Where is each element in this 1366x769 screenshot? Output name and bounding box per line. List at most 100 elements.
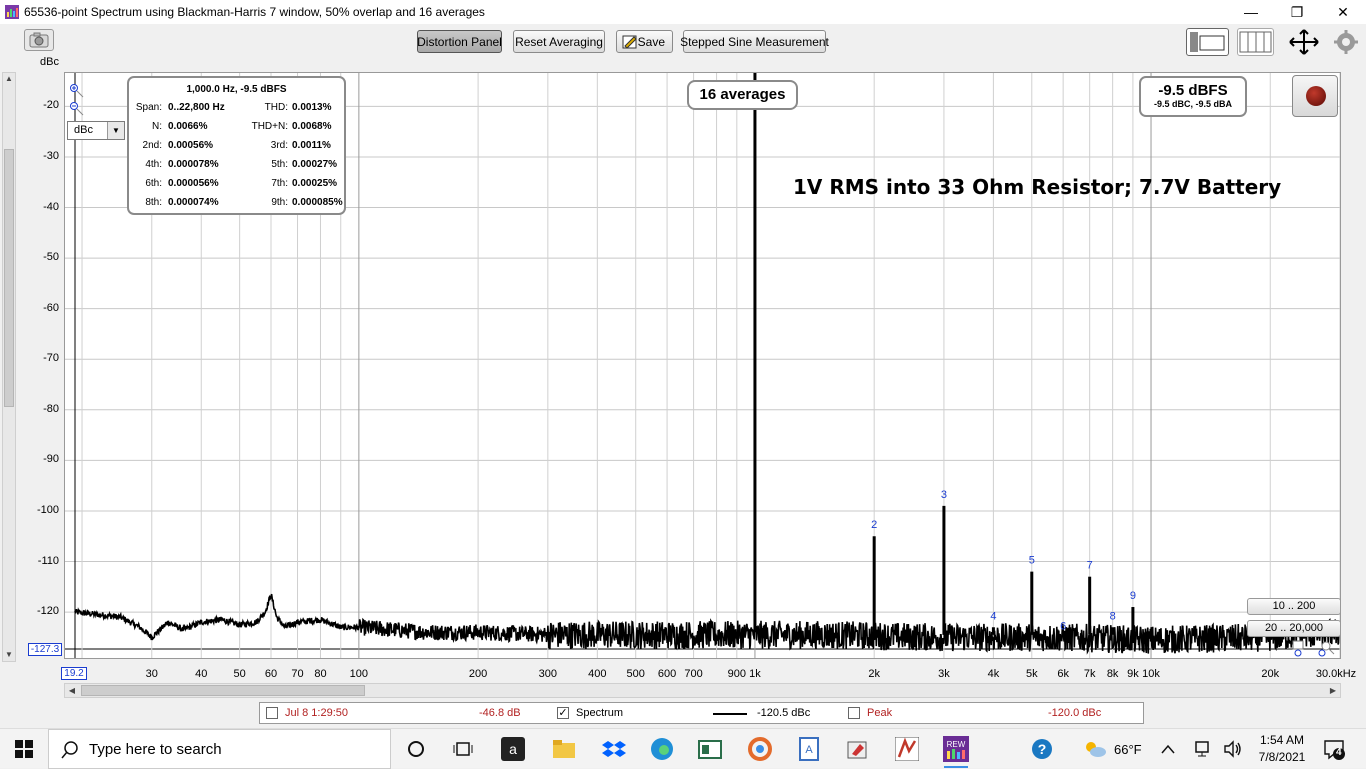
document-app-icon[interactable]: A — [789, 733, 829, 765]
close-button[interactable]: ✕ — [1320, 0, 1366, 24]
distortion-k2: THD: — [264, 102, 288, 113]
distortion-v1: 0.0066% — [168, 121, 208, 132]
drawing-app-icon[interactable] — [838, 733, 878, 765]
distortion-v2: 0.0011% — [292, 140, 331, 151]
harmonic-label: 8 — [1110, 610, 1116, 622]
x-tick-label: 4k — [987, 668, 1000, 680]
amazon-icon[interactable]: a — [493, 733, 533, 765]
notification-icon[interactable]: 4 — [1322, 729, 1346, 769]
maximize-button[interactable]: ❐ — [1274, 0, 1320, 24]
legend-checkbox-peak[interactable] — [848, 707, 860, 719]
x-tick-label: 20k — [1261, 668, 1280, 680]
scroll-up-icon[interactable]: ▲ — [3, 73, 15, 85]
legend-item-jul8-label: Jul 8 1:29:50 — [285, 707, 348, 719]
distortion-v1: 0.000056% — [168, 178, 219, 189]
y-min-box[interactable]: -127.3 — [28, 643, 62, 656]
distortion-row: 4th: 0.000078% 5th: 0.00027% — [129, 159, 344, 173]
ltspice-icon[interactable] — [887, 733, 927, 765]
x-tick-label: 50 — [233, 668, 246, 680]
y-tick-label: -90 — [43, 453, 59, 466]
distortion-k1: 2nd: — [142, 140, 162, 151]
taskbar-search-input[interactable]: Type here to search — [48, 729, 391, 769]
horizontal-scroll-thumb[interactable] — [81, 685, 365, 696]
windows-start-icon[interactable] — [0, 729, 48, 769]
weather-temp[interactable]: 66°F — [1114, 729, 1142, 769]
x-tick-label: 7k — [1083, 668, 1096, 680]
averages-badge: 16 averages — [687, 80, 798, 110]
scroll-right-icon[interactable]: ▶ — [1326, 684, 1340, 697]
harmonic-label: 9 — [1130, 590, 1136, 602]
volume-icon[interactable] — [1223, 729, 1243, 769]
vertical-scroll-thumb[interactable] — [4, 149, 14, 407]
circle-app-icon[interactable] — [740, 733, 780, 765]
task-view-icon[interactable] — [443, 733, 483, 765]
x-tick-label: 300 — [538, 668, 558, 680]
distortion-k1: 4th: — [145, 159, 162, 170]
distortion-row: N: 0.0066% THD+N: 0.0068% — [129, 121, 344, 135]
minimize-button[interactable]: — — [1228, 0, 1274, 24]
taskbar-clock[interactable]: 1:54 AM 7/8/2021 — [1252, 732, 1312, 766]
distortion-k2: 5th: — [271, 159, 288, 170]
level-badge: -9.5 dBFS -9.5 dBC, -9.5 dBA — [1139, 76, 1247, 117]
reset-averaging-button[interactable]: Reset Averaging — [513, 30, 605, 53]
weather-icon[interactable] — [1083, 729, 1107, 769]
y-tick-label: -70 — [43, 352, 59, 365]
cortana-icon[interactable] — [396, 733, 436, 765]
x-min-box[interactable]: 19.2 — [61, 667, 87, 680]
legend-item-jul8-value: -46.8 dB — [479, 707, 521, 719]
zoom-x-handles-icon[interactable] — [1292, 640, 1338, 658]
rew-app-icon[interactable]: REW — [936, 733, 976, 768]
horizontal-scrollbar[interactable]: ◀ ▶ — [64, 683, 1341, 698]
scroll-left-icon[interactable]: ◀ — [65, 684, 79, 697]
dropbox-icon[interactable] — [594, 733, 634, 765]
distortion-v2: 0.0068% — [292, 121, 332, 132]
x-tick-label: 700 — [684, 668, 703, 680]
save-button[interactable]: Save — [616, 30, 673, 53]
harmonic-label: 3 — [941, 489, 947, 501]
tray-expand-icon[interactable] — [1161, 729, 1175, 769]
file-explorer-icon[interactable] — [544, 733, 584, 765]
range-10-200-button[interactable]: 10 .. 200 — [1247, 598, 1341, 615]
distortion-panel-button[interactable]: Distortion Panel — [417, 30, 502, 53]
x-tick-label: 60 — [264, 668, 278, 680]
distortion-header: 1,000.0 Hz, -9.5 dBFS — [186, 84, 287, 95]
level-main: -9.5 dBFS — [1158, 82, 1228, 99]
notification-count: 4 — [1336, 747, 1342, 758]
fit-arrows-icon[interactable] — [1286, 28, 1322, 56]
scroll-down-icon[interactable]: ▼ — [3, 649, 15, 661]
distortion-v2: 0.0013% — [292, 102, 332, 113]
legend-checkbox-jul8[interactable] — [266, 707, 278, 719]
distortion-v1: 0.000074% — [168, 197, 219, 208]
unit-select[interactable]: dBc ▼ — [67, 121, 125, 140]
x-tick-label: 5k — [1025, 668, 1038, 680]
distortion-row: 8th: 0.000074% 9th: 0.000085% — [129, 197, 344, 211]
vertical-scrollbar[interactable]: ▲ ▼ — [2, 72, 16, 662]
distortion-row: 6th: 0.000056% 7th: 0.00025% — [129, 178, 344, 192]
graph-layout-icon[interactable] — [1186, 28, 1229, 56]
x-tick-label: 70 — [291, 668, 304, 680]
x-tick-label: 2k — [868, 668, 880, 680]
legend-checkbox-spectrum[interactable]: ✓ — [557, 707, 569, 719]
harmonic-label: 4 — [990, 610, 996, 622]
app-window-icon[interactable] — [690, 733, 730, 765]
network-icon[interactable] — [1193, 729, 1211, 769]
distortion-k2: 3rd: — [270, 140, 288, 151]
distortion-v1: 0..22,800 Hz — [168, 102, 225, 113]
zoom-handles-icon[interactable] — [68, 76, 88, 116]
stepped-sine-button[interactable]: Stepped Sine Measurement — [680, 30, 829, 53]
window-title: 65536-point Spectrum using Blackman-Harr… — [24, 5, 485, 19]
legend-item-peak-label: Peak — [867, 707, 893, 719]
legend-spectrum-swatch — [713, 713, 747, 715]
grid-layout-icon[interactable] — [1237, 28, 1274, 56]
record-button[interactable] — [1292, 75, 1338, 117]
app-icon — [5, 5, 19, 19]
settings-gear-icon[interactable] — [1334, 30, 1358, 54]
y-tick-label: -80 — [43, 402, 59, 415]
distortion-v2: 0.000085% — [292, 197, 343, 208]
harmonic-label: 2 — [871, 519, 877, 531]
x-tick-label: 30.0kHz — [1315, 668, 1357, 680]
camera-icon[interactable] — [24, 29, 54, 51]
help-icon[interactable]: ? — [1031, 729, 1053, 769]
range-20-20000-button[interactable]: 20 .. 20,000 — [1247, 620, 1341, 637]
edge-browser-icon[interactable] — [642, 733, 682, 765]
